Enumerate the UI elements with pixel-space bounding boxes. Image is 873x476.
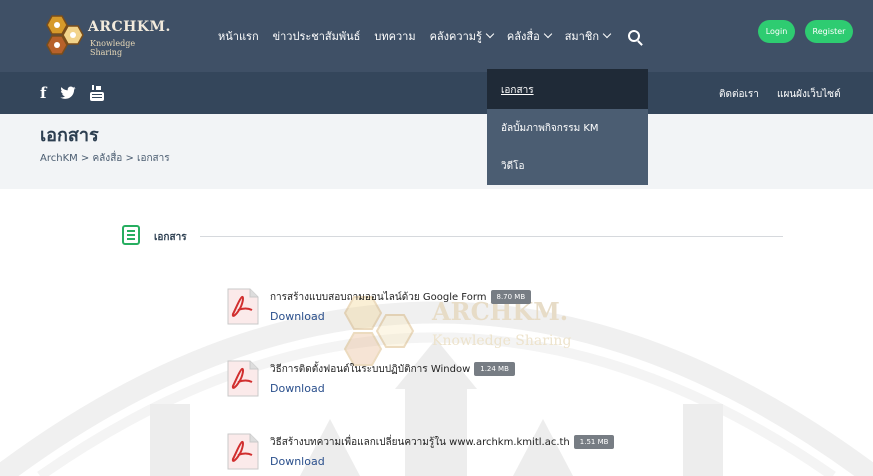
search-icon[interactable] <box>628 30 640 42</box>
pdf-file-icon <box>227 360 259 397</box>
nav-home[interactable]: หน้าแรก <box>218 27 259 45</box>
nav-knowledge-label: คลังความรู้ <box>429 30 482 43</box>
chevron-down-icon <box>485 29 495 39</box>
main-nav: หน้าแรก ข่าวประชาสัมพันธ์ บทความ คลังควา… <box>218 27 640 45</box>
dropdown-item-documents[interactable]: เอกสาร <box>501 83 534 98</box>
file-size-badge: 8.70 MB <box>490 290 532 304</box>
nav-news-label: ข่าวประชาสัมพันธ์ <box>272 30 361 43</box>
nav-media-label: คลังสื่อ <box>506 30 540 43</box>
nav-knowledge[interactable]: คลังความรู้ <box>429 27 495 45</box>
document-title[interactable]: การสร้างแบบสอบถามออนไลน์ด้วย Google Form <box>270 292 487 303</box>
logo-hexagons-icon <box>46 15 84 55</box>
nav-members[interactable]: สมาชิก <box>564 27 612 45</box>
file-size-badge: 1.51 MB <box>573 435 615 449</box>
twitter-icon[interactable] <box>60 86 76 100</box>
dropdown-item-photo-album[interactable]: อัลบั้มภาพกิจกรรม KM <box>501 121 599 136</box>
file-size-badge: 1.24 MB <box>474 362 515 376</box>
chevron-down-icon <box>602 29 612 39</box>
nav-members-label: สมาชิก <box>564 30 599 43</box>
nav-articles[interactable]: บทความ <box>374 27 415 45</box>
youtube-icon[interactable] <box>90 85 105 101</box>
page-title: เอกสาร <box>40 125 99 146</box>
section-divider <box>200 236 783 237</box>
chevron-down-icon <box>543 29 552 39</box>
pdf-file-icon <box>227 433 259 470</box>
sitemap-link[interactable]: แผนผังเว็บไซต์ <box>777 87 841 102</box>
download-link[interactable]: Download <box>270 382 325 395</box>
media-dropdown-menu: เอกสาร อัลบั้มภาพกิจกรรม KM วิดีโอ <box>487 69 648 185</box>
nav-news[interactable]: ข่าวประชาสัมพันธ์ <box>273 27 361 45</box>
breadcrumb[interactable]: ArchKM > คลังสื่อ > เอกสาร <box>40 151 170 166</box>
nav-home-label: หน้าแรก <box>218 30 259 43</box>
site-logo[interactable]: ARCHKM. Knowledge Sharing <box>38 14 170 60</box>
register-button[interactable]: Register <box>805 20 853 43</box>
document-title[interactable]: วิธีสร้างบทความเพื่อแลกเปลี่ยนความรู้ใน … <box>270 437 570 448</box>
login-button[interactable]: Login <box>758 20 795 43</box>
logo-title: ARCHKM. <box>88 19 171 35</box>
nav-media[interactable]: คลังสื่อ <box>506 27 552 45</box>
dropdown-item-videos[interactable]: วิดีโอ <box>501 159 525 174</box>
logo-subtitle: Knowledge Sharing <box>90 39 136 57</box>
document-title[interactable]: วิธีการติดตั้งฟอนต์ในระบบปฏิบัติการ Wind… <box>270 364 470 375</box>
social-links: f <box>40 84 105 102</box>
contact-link[interactable]: ติดต่อเรา <box>719 87 759 102</box>
watermark-subtitle: Knowledge Sharing <box>432 333 572 349</box>
facebook-icon[interactable]: f <box>40 84 46 102</box>
nav-articles-label: บทความ <box>374 30 416 43</box>
secondary-bar: f ติดต่อเรา แผนผังเว็บไซต์ <box>0 72 873 114</box>
download-link[interactable]: Download <box>270 455 325 468</box>
pdf-file-icon <box>227 288 259 325</box>
top-header: ARCHKM. Knowledge Sharing หน้าแรก ข่าวปร… <box>0 0 873 72</box>
document-list-icon <box>122 225 140 245</box>
section-label: เอกสาร <box>154 232 187 243</box>
download-link[interactable]: Download <box>270 310 325 323</box>
